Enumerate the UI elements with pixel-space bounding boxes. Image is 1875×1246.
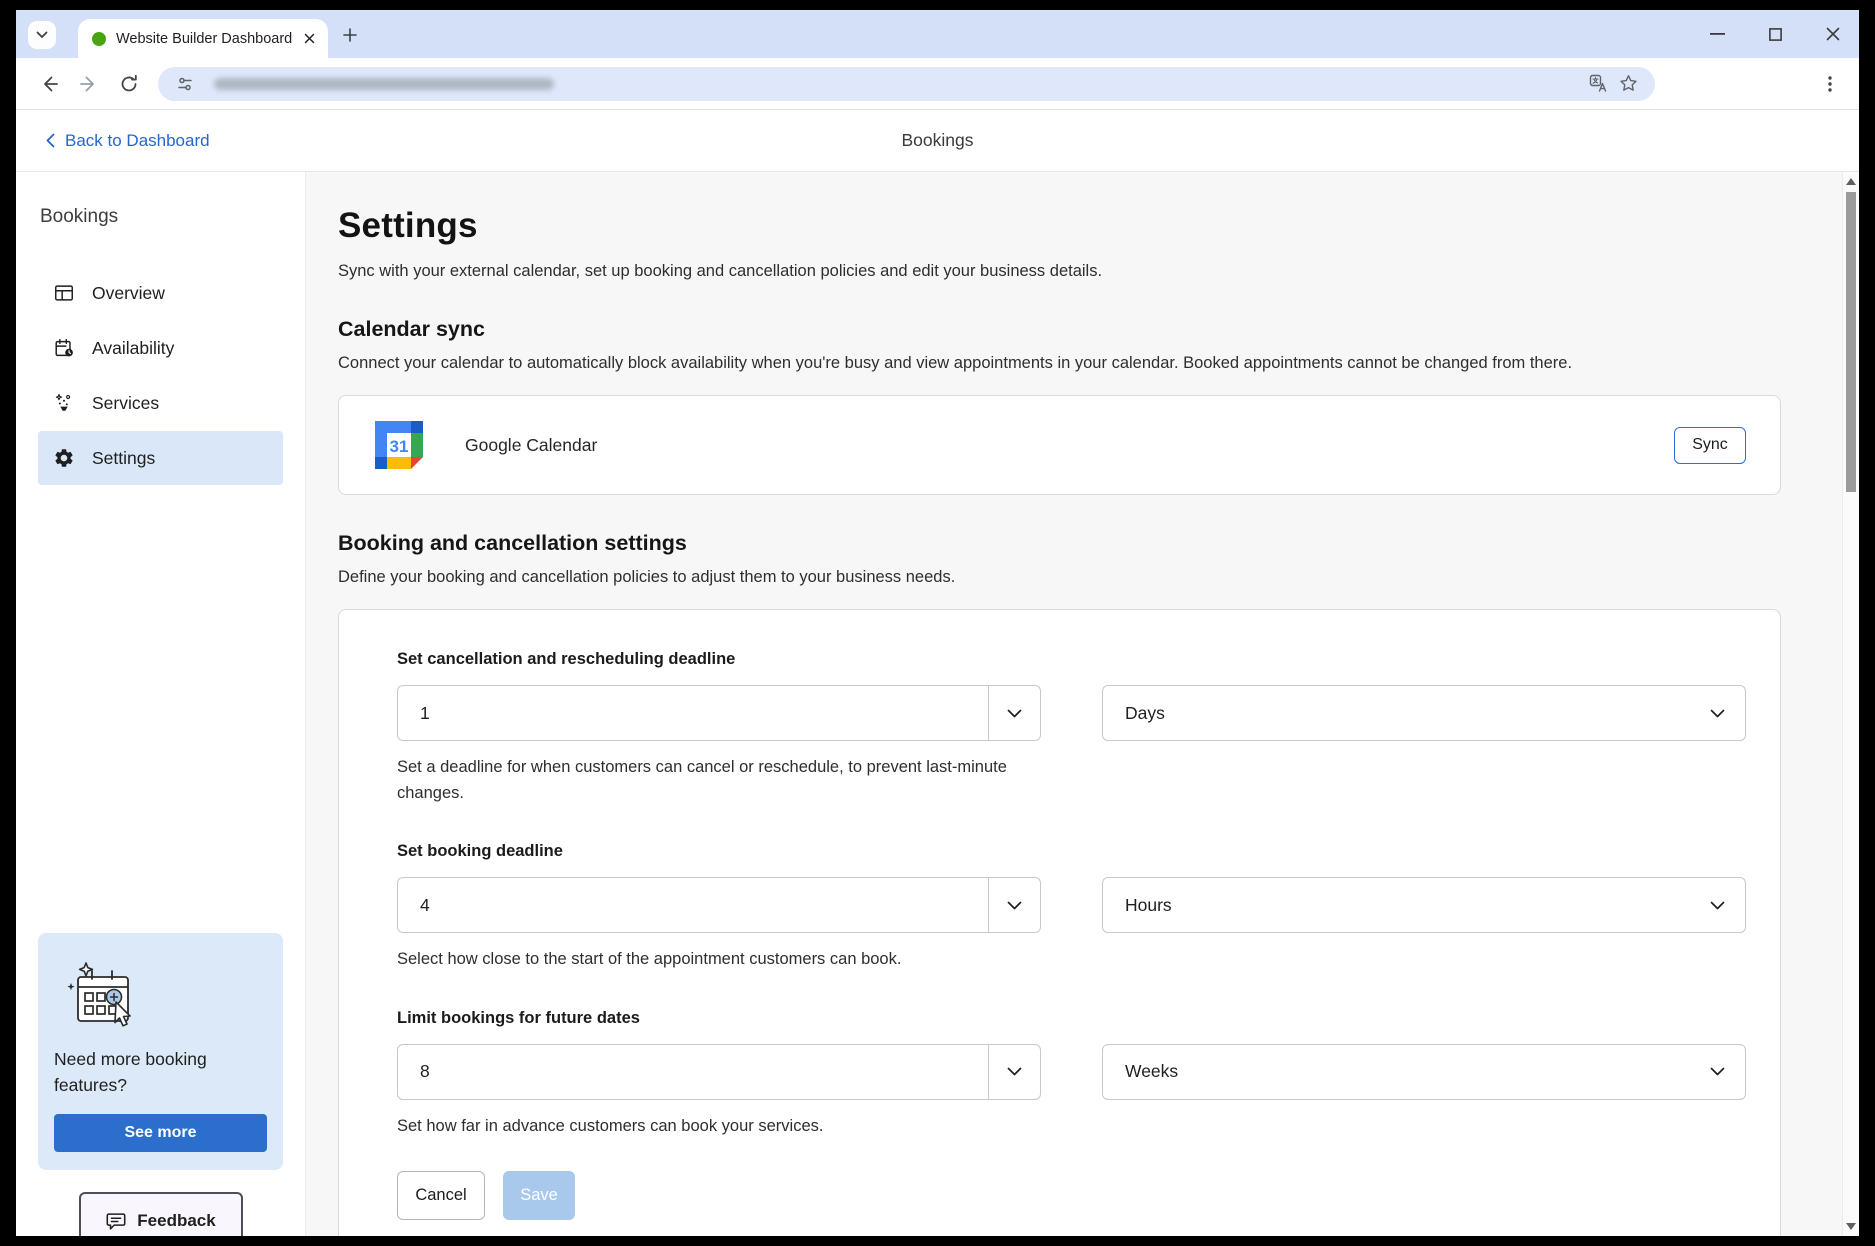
select-value: 4: [398, 895, 430, 916]
sidebar: Bookings Overview Availability: [16, 172, 306, 1236]
chevron-down-icon: [36, 31, 48, 39]
page-title: Bookings: [16, 130, 1859, 151]
settings-title: Settings: [338, 206, 1781, 246]
sidebar-item-label: Overview: [92, 283, 165, 304]
new-tab-button[interactable]: [336, 21, 364, 49]
app-header: Back to Dashboard Bookings: [16, 110, 1859, 172]
promo-text: Need more booking features?: [54, 1047, 267, 1098]
browser-window: Website Builder Dashboard: [16, 10, 1859, 1236]
chevron-down-icon: [1710, 901, 1745, 910]
booking-features-promo-card: Need more booking features? See more: [38, 933, 283, 1170]
field-label: Limit bookings for future dates: [397, 1009, 1746, 1028]
window-maximize-button[interactable]: [1767, 26, 1783, 42]
select-value: Hours: [1103, 895, 1172, 916]
cancellation-deadline-group: Set cancellation and rescheduling deadli…: [397, 650, 1746, 806]
browser-tab[interactable]: Website Builder Dashboard: [78, 19, 328, 58]
field-helper-text: Set how far in advance customers can boo…: [397, 1114, 1047, 1140]
sidebar-title: Bookings: [40, 206, 283, 228]
chevron-down-icon: [1710, 1067, 1745, 1076]
sidebar-item-overview[interactable]: Overview: [38, 266, 283, 320]
sidebar-nav: Overview Availability Services: [38, 266, 283, 486]
feedback-button[interactable]: Feedback: [79, 1192, 243, 1236]
tab-search-button[interactable]: [28, 21, 56, 49]
back-to-dashboard-link[interactable]: Back to Dashboard: [46, 131, 210, 151]
scrollbar-down-arrow-icon[interactable]: [1846, 1223, 1856, 1230]
window-minimize-button[interactable]: [1709, 26, 1725, 42]
sidebar-item-availability[interactable]: Availability: [38, 321, 283, 375]
future-dates-limit-group: Limit bookings for future dates 8 Weeks: [397, 1009, 1746, 1140]
chevron-left-icon: [46, 133, 55, 148]
chevron-down-icon: [988, 1045, 1040, 1099]
url-bar[interactable]: [158, 67, 1655, 101]
future-dates-unit-select[interactable]: Weeks: [1102, 1044, 1746, 1100]
sidebar-item-services[interactable]: Services: [38, 376, 283, 430]
select-value: 1: [398, 703, 430, 724]
select-value: Days: [1103, 703, 1165, 724]
back-link-label: Back to Dashboard: [65, 131, 210, 151]
settings-icon: [52, 446, 76, 470]
sidebar-item-settings[interactable]: Settings: [38, 431, 283, 485]
field-label: Set cancellation and rescheduling deadli…: [397, 650, 1746, 669]
feedback-label: Feedback: [137, 1211, 215, 1231]
booking-settings-heading: Booking and cancellation settings: [338, 531, 1781, 556]
sync-button[interactable]: Sync: [1674, 427, 1746, 464]
chevron-down-icon: [988, 686, 1040, 740]
page-scrollbar[interactable]: [1842, 172, 1859, 1236]
provider-name: Google Calendar: [465, 435, 597, 456]
booking-settings-card: Set cancellation and rescheduling deadli…: [338, 609, 1781, 1236]
blurred-url-text: [214, 78, 554, 90]
tab-title: Website Builder Dashboard: [116, 31, 300, 47]
reload-icon[interactable]: [112, 67, 146, 101]
chevron-down-icon: [988, 878, 1040, 932]
calendar-sync-description: Connect your calendar to automatically b…: [338, 354, 1781, 373]
tab-strip: Website Builder Dashboard: [16, 10, 1859, 58]
booking-settings-description: Define your booking and cancellation pol…: [338, 568, 1781, 587]
tab-close-icon[interactable]: [300, 30, 318, 48]
site-favicon: [92, 32, 106, 46]
browser-menu-icon[interactable]: [1815, 69, 1845, 99]
chevron-down-icon: [1710, 709, 1745, 718]
select-value: 8: [398, 1061, 430, 1082]
main-content: Settings Sync with your external calenda…: [306, 172, 1842, 1236]
settings-subtitle: Sync with your external calendar, set up…: [338, 262, 1781, 281]
back-navigation-icon[interactable]: [32, 67, 66, 101]
field-helper-text: Set a deadline for when customers can ca…: [397, 755, 1047, 806]
cancel-button[interactable]: Cancel: [397, 1171, 485, 1220]
save-button[interactable]: Save: [503, 1171, 575, 1220]
overview-icon: [52, 281, 76, 305]
google-calendar-icon: 31: [375, 421, 423, 469]
browser-toolbar: [16, 58, 1859, 110]
site-settings-icon[interactable]: [170, 69, 200, 99]
translate-icon[interactable]: [1583, 69, 1613, 99]
svg-text:31: 31: [390, 437, 409, 456]
booking-deadline-value-select[interactable]: 4: [397, 877, 1041, 933]
availability-icon: [52, 336, 76, 360]
field-helper-text: Select how close to the start of the app…: [397, 947, 1047, 973]
future-dates-value-select[interactable]: 8: [397, 1044, 1041, 1100]
bookmark-star-icon[interactable]: [1613, 69, 1643, 99]
sidebar-item-label: Settings: [92, 448, 155, 469]
booking-deadline-unit-select[interactable]: Hours: [1102, 877, 1746, 933]
calendar-sync-heading: Calendar sync: [338, 317, 1781, 342]
see-more-button[interactable]: See more: [54, 1114, 267, 1152]
window-close-button[interactable]: [1825, 26, 1841, 42]
google-calendar-card: 31 Google Calendar Sync: [338, 395, 1781, 495]
cancellation-deadline-unit-select[interactable]: Days: [1102, 685, 1746, 741]
select-value: Weeks: [1103, 1061, 1178, 1082]
calendar-promo-illustration-icon: [56, 955, 267, 1033]
services-icon: [52, 391, 76, 415]
field-label: Set booking deadline: [397, 842, 1746, 861]
scrollbar-thumb[interactable]: [1846, 192, 1856, 492]
cancellation-deadline-value-select[interactable]: 1: [397, 685, 1041, 741]
sidebar-item-label: Availability: [92, 338, 174, 359]
sidebar-item-label: Services: [92, 393, 159, 414]
scrollbar-up-arrow-icon[interactable]: [1846, 178, 1856, 185]
forward-navigation-icon[interactable]: [72, 67, 106, 101]
booking-deadline-group: Set booking deadline 4 Hours: [397, 842, 1746, 973]
feedback-bubble-icon: [105, 1210, 127, 1232]
